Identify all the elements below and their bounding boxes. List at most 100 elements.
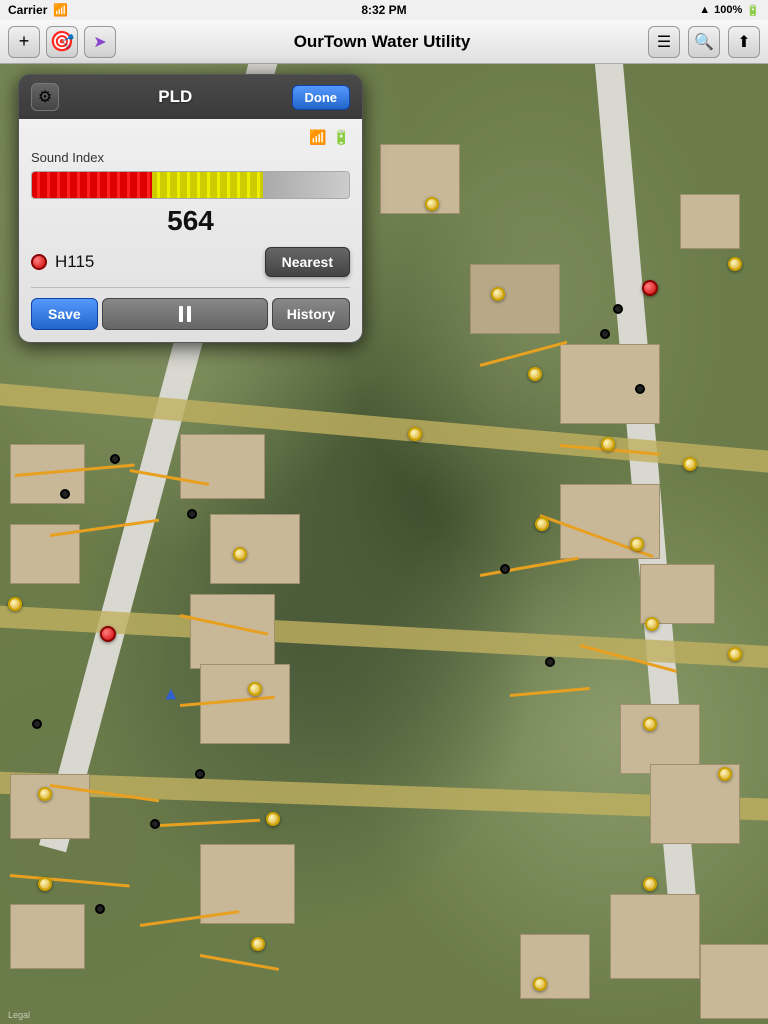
map-marker-hydrant[interactable]	[248, 682, 262, 696]
map-marker-black	[600, 329, 610, 339]
map-marker-hydrant[interactable]	[528, 367, 542, 381]
meter-gray-zone	[263, 172, 349, 198]
map-marker-hydrant[interactable]	[233, 547, 247, 561]
share-button[interactable]: ⬆	[728, 26, 760, 58]
meter-yellow-zone	[152, 172, 263, 198]
search-button[interactable]: 🔍	[688, 26, 720, 58]
device-id-label: H115	[55, 252, 94, 272]
map-marker-black	[195, 769, 205, 779]
building	[700, 944, 768, 1019]
gear-button[interactable]: ⚙	[31, 83, 59, 111]
nav-bar: + 🎯 ➤ OurTown Water Utility ☰ 🔍 ⬆	[0, 20, 768, 64]
pld-footer: Save History	[31, 292, 350, 330]
map-marker-hydrant[interactable]	[491, 287, 505, 301]
add-button[interactable]: +	[8, 26, 40, 58]
wifi-icon: 📶	[53, 3, 68, 17]
device-indicator: H115	[31, 252, 94, 272]
gps-icon: ▲	[699, 4, 710, 16]
wifi-status-icon: 📶	[309, 129, 326, 146]
building	[560, 344, 660, 424]
nav-right-buttons: ☰ 🔍 ⬆	[648, 26, 760, 58]
status-time: 8:32 PM	[361, 3, 406, 17]
location-arrow-icon: ➤	[93, 32, 106, 52]
map-marker-black	[635, 384, 645, 394]
done-button[interactable]: Done	[292, 85, 351, 110]
map-marker-hydrant[interactable]	[728, 647, 742, 661]
nav-title: OurTown Water Utility	[294, 32, 471, 52]
building	[200, 844, 295, 924]
playback-bar-2	[187, 306, 191, 322]
map-marker-hydrant[interactable]	[601, 437, 615, 451]
map-marker-hydrant[interactable]	[728, 257, 742, 271]
map-marker-hydrant[interactable]	[535, 517, 549, 531]
save-button[interactable]: Save	[31, 298, 98, 330]
target-button[interactable]: 🎯	[46, 26, 78, 58]
map-marker-hydrant[interactable]	[38, 877, 52, 891]
map-marker-hydrant[interactable]	[38, 787, 52, 801]
map-marker-valve[interactable]: ▶	[165, 686, 176, 703]
add-icon: +	[19, 31, 30, 52]
map-marker-hydrant[interactable]	[645, 617, 659, 631]
list-icon: ☰	[657, 32, 671, 52]
map-marker-active[interactable]	[100, 626, 116, 642]
history-button[interactable]: History	[272, 298, 350, 330]
map-marker-black	[60, 489, 70, 499]
device-status-dot	[31, 254, 47, 270]
map-marker-hydrant[interactable]	[643, 717, 657, 731]
battery-icon: 🔋	[746, 4, 760, 17]
pld-divider	[31, 287, 350, 288]
building	[10, 904, 85, 969]
status-left: Carrier 📶	[8, 3, 68, 17]
search-icon: 🔍	[694, 32, 714, 52]
map-marker-hydrant[interactable]	[630, 537, 644, 551]
map-marker-hydrant[interactable]	[408, 427, 422, 441]
map-marker-hydrant[interactable]	[718, 767, 732, 781]
carrier-label: Carrier	[8, 3, 47, 17]
building	[470, 264, 560, 334]
building	[210, 514, 300, 584]
battery-status-icon: 🔋	[333, 129, 350, 146]
playback-bar-1	[179, 306, 183, 322]
map-marker-hydrant[interactable]	[425, 197, 439, 211]
map-marker-black	[110, 454, 120, 464]
building	[680, 194, 740, 249]
list-button[interactable]: ☰	[648, 26, 680, 58]
map-marker-hydrant[interactable]	[251, 937, 265, 951]
map-marker-hydrant[interactable]	[8, 597, 22, 611]
map-marker-hydrant[interactable]	[643, 877, 657, 891]
meter-red-zone	[32, 172, 152, 198]
status-right: ▲ 100% 🔋	[699, 4, 760, 17]
legal-text[interactable]: Legal	[8, 1010, 30, 1020]
pld-status-icons: 📶 🔋	[31, 129, 350, 146]
map-marker-black	[545, 657, 555, 667]
building	[520, 934, 590, 999]
building	[180, 434, 265, 499]
map-marker-hydrant[interactable]	[533, 977, 547, 991]
map-marker-black	[32, 719, 42, 729]
map-marker-hydrant[interactable]	[266, 812, 280, 826]
map-marker-black	[95, 904, 105, 914]
map-marker-hydrant[interactable]	[683, 457, 697, 471]
pld-title: PLD	[158, 87, 192, 107]
pld-body: 📶 🔋 Sound Index 564 H115 Nearest Save Hi…	[19, 119, 362, 342]
playback-controls[interactable]	[102, 298, 268, 330]
map-marker-black	[187, 509, 197, 519]
battery-label: 100%	[714, 4, 742, 16]
pld-header: ⚙ PLD Done	[19, 75, 362, 119]
sound-index-label: Sound Index	[31, 150, 350, 165]
share-icon: ⬆	[737, 32, 750, 52]
map-marker-black	[500, 564, 510, 574]
map-marker-active[interactable]	[642, 280, 658, 296]
status-bar: Carrier 📶 8:32 PM ▲ 100% 🔋	[0, 0, 768, 20]
map-marker-black	[150, 819, 160, 829]
building	[640, 564, 715, 624]
building	[380, 144, 460, 214]
location-button[interactable]: ➤	[84, 26, 116, 58]
target-icon: 🎯	[50, 29, 75, 54]
sound-value: 564	[31, 205, 350, 237]
gear-icon: ⚙	[38, 87, 52, 107]
pld-panel: ⚙ PLD Done 📶 🔋 Sound Index 564 H115 Near…	[18, 74, 363, 343]
pld-device-row: H115 Nearest	[31, 247, 350, 277]
building	[610, 894, 700, 979]
nearest-button[interactable]: Nearest	[265, 247, 350, 277]
